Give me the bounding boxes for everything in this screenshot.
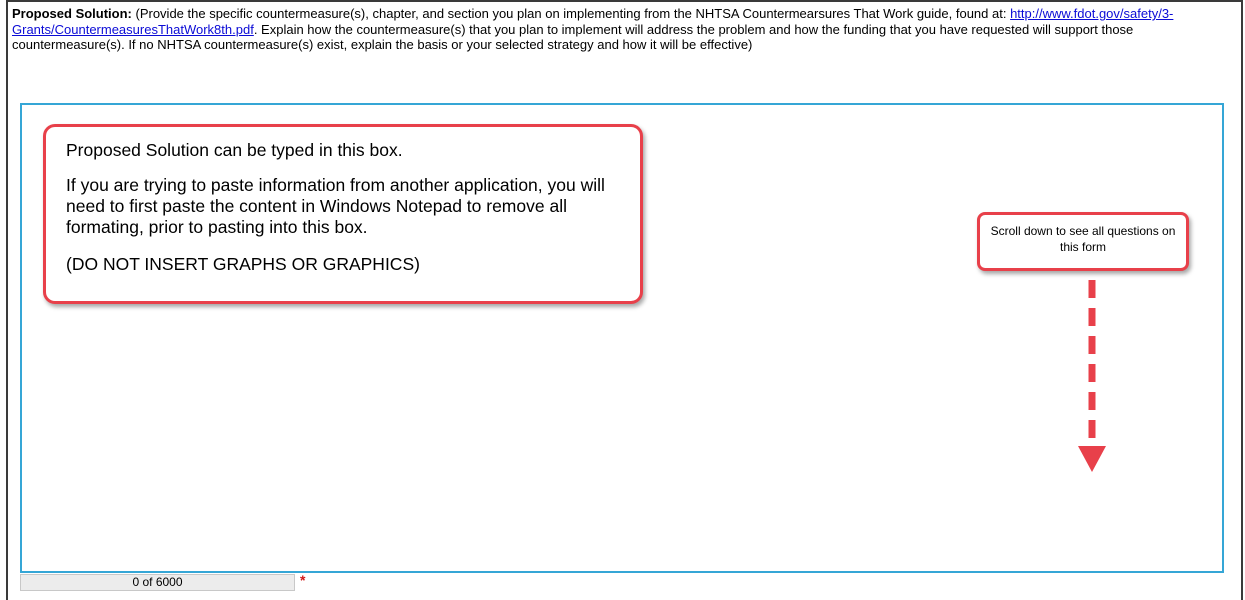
instructions-callout: Proposed Solution can be typed in this b… <box>43 124 643 304</box>
character-counter: 0 of 6000 <box>20 574 295 591</box>
required-marker: * <box>300 572 306 588</box>
scroll-hint-text: Scroll down to see all questions on this… <box>990 224 1176 254</box>
callout-line-1: Proposed Solution can be typed in this b… <box>66 140 403 160</box>
scroll-hint-callout: Scroll down to see all questions on this… <box>977 212 1189 271</box>
prompt-text-before-link: (Provide the specific countermeasure(s),… <box>131 6 1011 21</box>
proposed-solution-prompt: Proposed Solution: (Provide the specific… <box>12 6 1234 53</box>
callout-line-2: If you are trying to paste information f… <box>66 175 605 237</box>
callout-line-3: (DO NOT INSERT GRAPHS OR GRAPHICS) <box>66 254 420 274</box>
proposed-solution-label: Proposed Solution: <box>12 6 132 21</box>
dashed-down-arrow-icon <box>1078 280 1106 472</box>
